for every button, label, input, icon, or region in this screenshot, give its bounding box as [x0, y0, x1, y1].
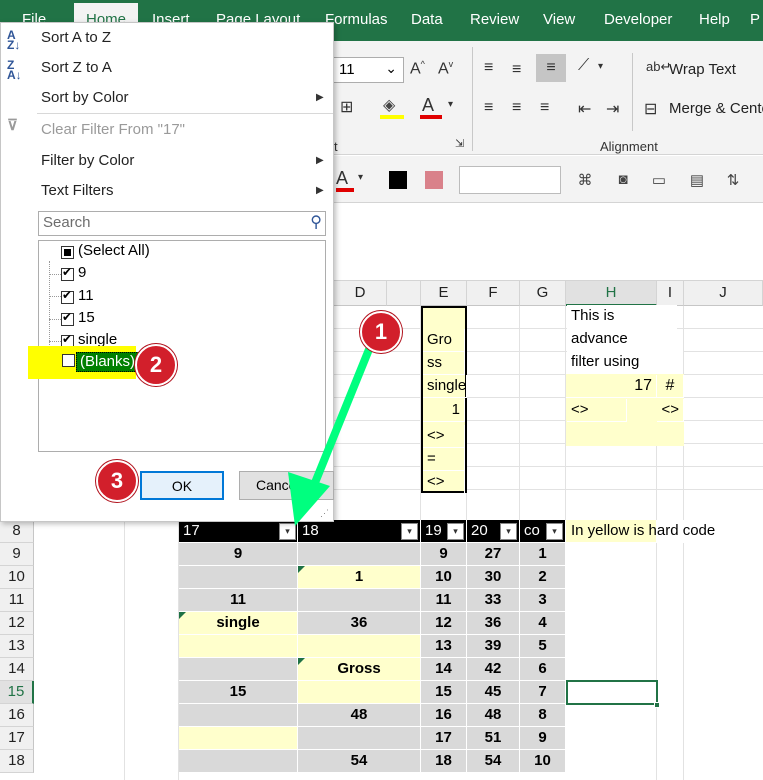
annotation-arrow — [288, 340, 376, 526]
step-badge-3: 3 — [96, 460, 138, 502]
step-badge-2: 2 — [135, 344, 177, 386]
arrow-head — [288, 472, 330, 526]
arrow-shaft — [304, 340, 376, 502]
step-badge-1: 1 — [360, 311, 402, 353]
